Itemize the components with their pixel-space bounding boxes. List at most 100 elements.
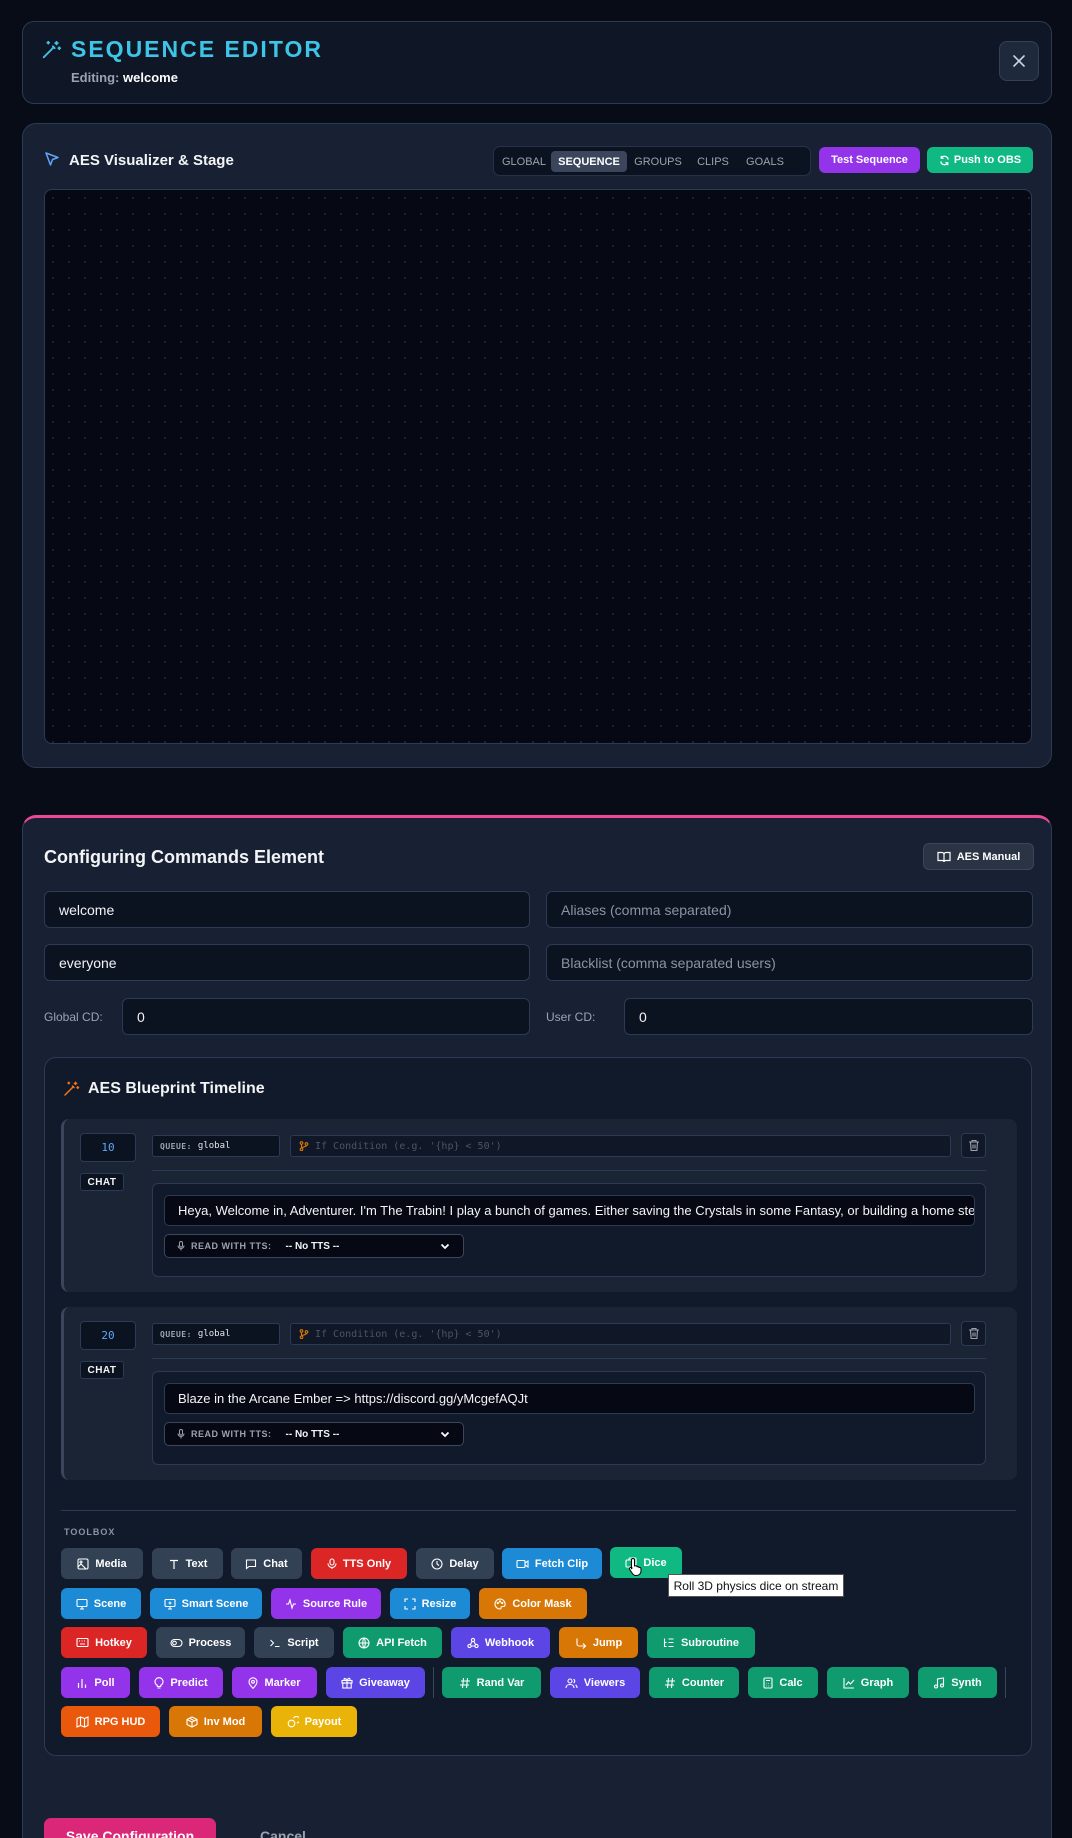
delete-step-button[interactable] [961, 1133, 986, 1158]
smart-monitor-icon [164, 1598, 176, 1610]
tool-hotkey-button[interactable]: Hotkey [61, 1627, 147, 1658]
tool-script-button[interactable]: Script [254, 1627, 334, 1658]
trash-icon [968, 1139, 979, 1152]
step-delay-input[interactable]: 20 [80, 1321, 136, 1350]
tool-api-fetch-button[interactable]: API Fetch [343, 1627, 442, 1658]
tab-global[interactable]: GLOBAL [500, 151, 548, 172]
save-configuration-button[interactable]: Save Configuration [44, 1818, 216, 1838]
magic-wand-icon [40, 39, 62, 61]
step-condition-field[interactable]: If Condition (e.g. '{hp} < 50') [290, 1135, 951, 1157]
tool-payout-button[interactable]: Payout [271, 1706, 357, 1737]
video-icon [516, 1559, 529, 1568]
tool-smart-scene-button[interactable]: Smart Scene [150, 1588, 262, 1619]
trash-icon [968, 1327, 979, 1340]
tab-groups[interactable]: GROUPS [630, 151, 686, 172]
delete-step-button[interactable] [961, 1321, 986, 1346]
test-sequence-button[interactable]: Test Sequence [819, 147, 920, 173]
tts-select[interactable]: READ WITH TTS: -- No TTS -- [164, 1422, 464, 1446]
tool-jump-button[interactable]: Jump [559, 1627, 638, 1658]
map-icon [76, 1715, 89, 1728]
tool-poll-button[interactable]: Poll [61, 1667, 130, 1698]
book-icon [937, 851, 951, 862]
step-queue-field[interactable]: QUEUE: global [152, 1323, 280, 1345]
tool-calc-button[interactable]: Calc [748, 1667, 818, 1698]
tool-media-button[interactable]: Media [61, 1548, 143, 1579]
text-icon [169, 1559, 178, 1569]
tool-counter-button[interactable]: Counter [649, 1667, 739, 1698]
global-cd-input[interactable]: 0 [122, 998, 530, 1035]
palette-icon [494, 1597, 506, 1610]
step-delay-input[interactable]: 10 [80, 1133, 136, 1162]
tool-predict-button[interactable]: Predict [139, 1667, 223, 1698]
tool-scene-button[interactable]: Scene [61, 1588, 141, 1619]
tool-marker-button[interactable]: Marker [232, 1667, 317, 1698]
tool-delay-button[interactable]: Delay [416, 1548, 494, 1579]
terminal-icon [270, 1639, 280, 1647]
chat-message-input[interactable]: Blaze in the Arcane Ember => https://dis… [164, 1383, 975, 1414]
editing-subtitle: Editing: welcome [71, 70, 178, 85]
step-queue-field[interactable]: QUEUE: global [152, 1135, 280, 1157]
tool-source-rule-button[interactable]: Source Rule [271, 1588, 381, 1619]
user-cd-input[interactable]: 0 [624, 998, 1033, 1035]
tool-giveaway-button[interactable]: Giveaway [326, 1667, 425, 1698]
microphone-icon [177, 1241, 185, 1251]
tool-label: Payout [304, 1715, 342, 1728]
step-condition-field[interactable]: If Condition (e.g. '{hp} < 50') [290, 1323, 951, 1345]
tool-fetch-clip-button[interactable]: Fetch Clip [502, 1548, 602, 1579]
aliases-field[interactable]: Aliases (comma separated) [546, 891, 1033, 928]
command-name-field[interactable]: welcome [44, 891, 530, 928]
tool-tts-only-button[interactable]: TTS Only [311, 1548, 407, 1579]
webhook-icon [467, 1637, 479, 1648]
push-to-obs-button[interactable]: Push to OBS [927, 147, 1033, 173]
tool-label: TTS Only [342, 1557, 392, 1570]
tool-label: Process [188, 1636, 232, 1649]
chevron-down-icon [440, 1243, 450, 1250]
maximize-icon [404, 1597, 416, 1610]
tool-inv-mod-button[interactable]: Inv Mod [169, 1706, 262, 1737]
tool-process-button[interactable]: Process [156, 1627, 245, 1658]
tool-webhook-button[interactable]: Webhook [451, 1627, 550, 1658]
push-to-obs-label: Push to OBS [953, 154, 1022, 166]
tab-clips[interactable]: CLIPS [690, 151, 736, 172]
tool-synth-button[interactable]: Synth [918, 1667, 997, 1698]
hash-icon [459, 1677, 470, 1688]
tool-resize-button[interactable]: Resize [390, 1588, 470, 1619]
tool-rand-var-button[interactable]: Rand Var [442, 1667, 541, 1698]
microphone-icon [327, 1557, 337, 1569]
tts-select[interactable]: READ WITH TTS: -- No TTS -- [164, 1234, 464, 1258]
tool-graph-button[interactable]: Graph [827, 1667, 909, 1698]
tab-goals[interactable]: GOALS [740, 151, 790, 172]
tool-label: RPG HUD [94, 1715, 146, 1728]
tool-rpg-hud-button[interactable]: RPG HUD [61, 1706, 160, 1737]
chat-message-input[interactable]: Heya, Welcome in, Adventurer. I'm The Tr… [164, 1195, 975, 1226]
magic-wand-icon [62, 1080, 80, 1098]
globe-icon [358, 1636, 370, 1649]
tool-chat-button[interactable]: Chat [231, 1548, 302, 1579]
music-note-icon [934, 1676, 945, 1689]
blacklist-field[interactable]: Blacklist (comma separated users) [546, 944, 1033, 981]
cancel-button[interactable]: Cancel [238, 1818, 328, 1838]
stage-canvas[interactable] [44, 189, 1032, 744]
visualizer-title: AES Visualizer & Stage [69, 152, 234, 169]
toolbox-divider [61, 1510, 1016, 1511]
tool-label: Webhook [484, 1636, 535, 1649]
tool-color-mask-button[interactable]: Color Mask [479, 1588, 587, 1619]
tool-subroutine-button[interactable]: Subroutine [647, 1627, 755, 1658]
permission-field[interactable]: everyone [44, 944, 530, 981]
view-tabs: GLOBAL SEQUENCE GROUPS CLIPS GOALS [493, 146, 811, 176]
users-icon [565, 1677, 578, 1688]
bar-chart-icon [78, 1678, 87, 1688]
tool-text-button[interactable]: Text [152, 1548, 223, 1579]
tool-label: Counter [681, 1676, 725, 1689]
queue-label: QUEUE: [160, 1141, 192, 1151]
step-type-badge: CHAT [80, 1173, 124, 1191]
tool-viewers-button[interactable]: Viewers [550, 1667, 640, 1698]
tool-label: Resize [421, 1597, 457, 1610]
package-icon [186, 1715, 198, 1728]
close-button[interactable] [999, 41, 1039, 81]
editor-header: SEQUENCE EDITOR Editing: welcome [22, 21, 1052, 104]
tool-label: Synth [951, 1676, 982, 1689]
tool-label: API Fetch [376, 1636, 427, 1649]
aes-manual-button[interactable]: AES Manual [923, 843, 1034, 870]
tab-sequence[interactable]: SEQUENCE [551, 151, 627, 172]
